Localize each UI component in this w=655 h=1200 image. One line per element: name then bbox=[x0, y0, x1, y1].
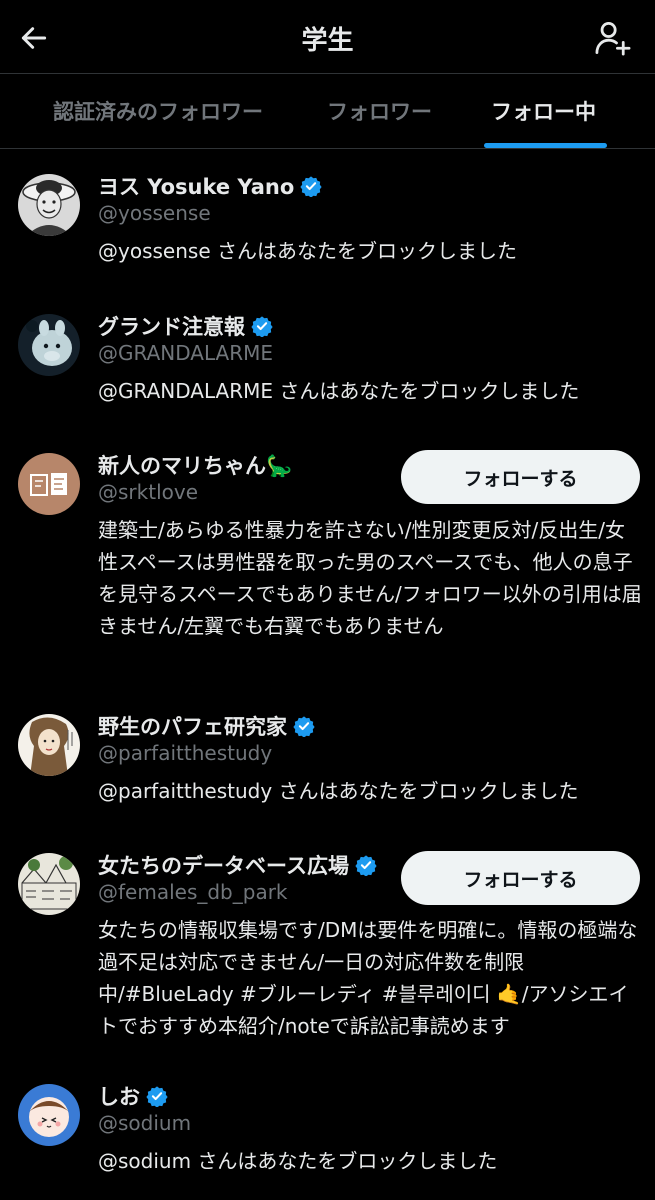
user-bio: @GRANDALARME さんはあなたをブロックしました bbox=[98, 379, 580, 403]
user-handle: @srktlove bbox=[98, 480, 198, 504]
active-tab-indicator bbox=[484, 143, 607, 148]
avatar[interactable] bbox=[18, 714, 80, 776]
user-display-name: 野生のパフェ研究家 bbox=[98, 715, 287, 739]
user-display-name: 女たちのデータベース広場 bbox=[98, 854, 349, 878]
user-name-row: 女たちのデータベース広場 bbox=[98, 850, 377, 880]
tab-bar: 認証済みのフォロワー フォロワー フォロー中 bbox=[0, 74, 655, 149]
user-handle: @parfaitthestudy bbox=[98, 741, 273, 765]
verified-badge-icon bbox=[293, 716, 315, 737]
user-name-row: 野生のパフェ研究家 bbox=[98, 711, 315, 741]
verified-badge-icon bbox=[251, 316, 273, 337]
user-display-name: しお bbox=[98, 1085, 140, 1109]
user-bio: 建築士/あらゆる性暴力を許さない/性別変更反対/反出生/女性スペースは男性器を取… bbox=[98, 518, 642, 638]
page-title: 学生 bbox=[301, 26, 354, 56]
tab-followers[interactable]: フォロワー bbox=[327, 96, 432, 126]
avatar[interactable] bbox=[18, 453, 80, 515]
user-display-name: 新人のマリちゃん🦕 bbox=[98, 454, 293, 478]
user-handle: @sodium bbox=[98, 1111, 192, 1135]
user-display-name: グランド注意報 bbox=[98, 315, 245, 339]
verified-badge-icon bbox=[355, 855, 377, 876]
user-bio: @yossense さんはあなたをブロックしました bbox=[98, 239, 517, 263]
user-name-row: グランド注意報 bbox=[98, 311, 273, 341]
verified-badge-icon bbox=[146, 1086, 168, 1107]
user-display-name: ヨス Yosuke Yano bbox=[98, 175, 295, 199]
tab-verified-followers[interactable]: 認証済みのフォロワー bbox=[53, 96, 263, 126]
user-bio: @parfaitthestudy さんはあなたをブロックしました bbox=[98, 779, 579, 803]
user-name-row: ヨス Yosuke Yano bbox=[98, 171, 322, 201]
avatar[interactable] bbox=[18, 174, 80, 236]
verified-badge-icon bbox=[300, 176, 322, 197]
avatar[interactable] bbox=[18, 853, 80, 915]
person-plus-icon bbox=[595, 21, 631, 56]
add-user-button[interactable] bbox=[591, 16, 635, 60]
follow-button[interactable]: フォローする bbox=[401, 450, 640, 504]
top-bar: 学生 bbox=[0, 0, 655, 74]
avatar[interactable] bbox=[18, 1084, 80, 1146]
avatar[interactable] bbox=[18, 314, 80, 376]
user-name-row: 新人のマリちゃん🦕 bbox=[98, 450, 292, 480]
user-bio: @sodium さんはあなたをブロックしました bbox=[98, 1149, 498, 1173]
follow-button[interactable]: フォローする bbox=[401, 851, 640, 905]
tab-following[interactable]: フォロー中 bbox=[491, 96, 596, 126]
user-name-row: しお bbox=[98, 1081, 168, 1111]
user-handle: @females_db_park bbox=[98, 880, 288, 904]
user-bio: 女たちの情報収集場です/DMは要件を明確に。情報の極端な過不足は対応できません/… bbox=[98, 918, 638, 1038]
user-handle: @yossense bbox=[98, 201, 211, 225]
user-handle: @GRANDALARME bbox=[98, 341, 274, 365]
